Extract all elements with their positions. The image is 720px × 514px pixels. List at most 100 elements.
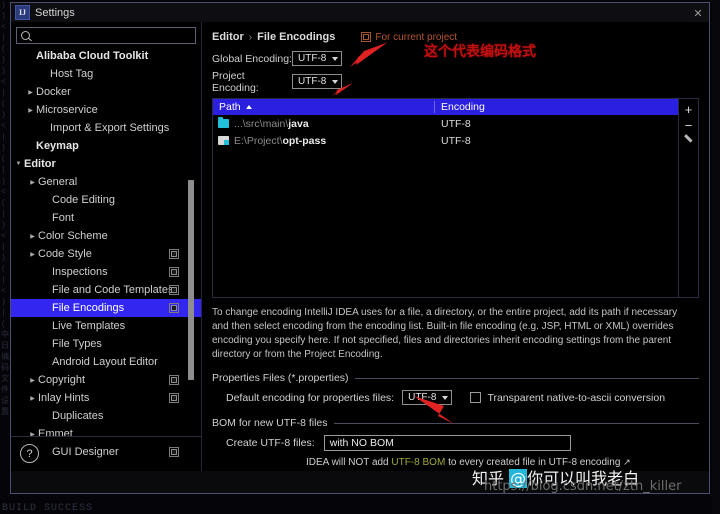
path-text: E:\Project\opt-pass [234, 135, 326, 147]
config-copy-icon [169, 447, 179, 457]
table-row[interactable]: ...\src\main\java UTF-8 [213, 115, 678, 132]
sidebar-item-inlay-hints[interactable]: ▶ Inlay Hints [11, 389, 201, 407]
edit-pencil-icon[interactable] [680, 133, 697, 149]
sidebar-item-emmet[interactable]: ▶ Emmet [11, 425, 201, 443]
external-link-icon[interactable]: ↗ [623, 457, 631, 467]
breadcrumb-separator: › [248, 31, 253, 43]
sidebar-item-file-types[interactable]: File Types [11, 335, 201, 353]
default-properties-encoding-label: Default encoding for properties files: [226, 391, 395, 404]
global-encoding-select[interactable]: UTF-8 [292, 51, 343, 66]
config-copy-icon [169, 267, 179, 277]
divider [11, 436, 201, 437]
sidebar-item-label: Docker [36, 86, 71, 98]
ide-background-right-edge [712, 0, 720, 514]
remove-icon[interactable]: − [680, 117, 697, 133]
sidebar-item-editor[interactable]: ▼ Editor [11, 155, 201, 173]
table-cell-path: ...\src\main\java [213, 117, 435, 130]
chevron-right-icon[interactable]: ▶ [27, 179, 38, 186]
default-properties-encoding-value: UTF-8 [408, 392, 437, 403]
bom-group: BOM for new UTF-8 files Create UTF-8 fil… [212, 417, 699, 468]
properties-files-group-label: Properties Files (*.properties) [212, 372, 349, 384]
sidebar-item-label: Microservice [36, 104, 98, 116]
chevron-right-icon[interactable]: ▶ [27, 377, 38, 384]
dialog-body: Alibaba Cloud Toolkit Host Tag ▶ Docker ▶ Mic… [11, 22, 709, 471]
sidebar-item-label: Inspections [52, 266, 108, 278]
annotation-text: 这个代表编码格式 [424, 44, 536, 60]
bom-group-label: BOM for new UTF-8 files [212, 417, 328, 429]
sidebar-item-gui-designer[interactable]: GUI Designer [11, 443, 201, 461]
sidebar-item-live-templates[interactable]: Live Templates [11, 317, 201, 335]
sidebar-item-label: GUI Designer [52, 446, 119, 458]
main-pane: Editor › File Encodings For current proj… [202, 22, 709, 471]
table-row[interactable]: E:\Project\opt-pass UTF-8 [213, 132, 678, 149]
sidebar-item-keymap[interactable]: Keymap [11, 137, 201, 155]
search-container [11, 22, 201, 47]
search-input[interactable] [33, 30, 183, 41]
config-copy-icon [169, 393, 179, 403]
sidebar-item-label: File Encodings [52, 302, 125, 314]
sidebar-item-label: Alibaba Cloud Toolkit [36, 50, 149, 62]
intellij-idea-icon: IJ [15, 5, 30, 20]
path-prefix: E:\Project\ [234, 134, 283, 147]
chevron-down-icon [332, 56, 339, 61]
sidebar-item-duplicates[interactable]: Duplicates [11, 407, 201, 425]
chevron-right-icon[interactable]: ▶ [27, 251, 38, 258]
close-icon[interactable]: ✕ [691, 6, 705, 20]
sidebar-scrollbar[interactable] [188, 180, 194, 380]
sidebar-item-alibaba-cloud-toolkit[interactable]: Alibaba Cloud Toolkit [11, 47, 201, 65]
bom-note-prefix: IDEA will NOT add [306, 457, 392, 468]
chevron-right-icon[interactable]: ▶ [25, 89, 36, 96]
table-cell-encoding[interactable]: UTF-8 [435, 135, 471, 147]
column-header-path[interactable]: Path [213, 101, 435, 113]
sidebar-item-general[interactable]: ▶ General [11, 173, 201, 191]
help-button[interactable]: ? [20, 444, 39, 463]
divider [354, 377, 699, 379]
sidebar-item-label: File Types [52, 338, 102, 350]
sidebar-item-label: Code Style [38, 248, 92, 260]
transparent-conversion-checkbox-row[interactable]: Transparent native-to-ascii conversion [470, 392, 665, 404]
sidebar-item-label: Editor [24, 158, 56, 170]
breadcrumb-parent[interactable]: Editor [212, 31, 244, 43]
sidebar-item-font[interactable]: Font [11, 209, 201, 227]
chevron-right-icon[interactable]: ▶ [27, 395, 38, 402]
sidebar-item-code-editing[interactable]: Code Editing [11, 191, 201, 209]
global-encoding-value: UTF-8 [298, 53, 327, 64]
sidebar-item-import-export-settings[interactable]: Import & Export Settings [11, 119, 201, 137]
sidebar-item-copyright[interactable]: ▶ Copyright [11, 371, 201, 389]
sidebar-item-label: Live Templates [52, 320, 126, 332]
sidebar-item-file-encodings[interactable]: File Encodings [11, 299, 201, 317]
sidebar-item-code-style[interactable]: ▶ Code Style [11, 245, 201, 263]
properties-files-group-title: Properties Files (*.properties) [212, 372, 699, 384]
sidebar-item-label: Inlay Hints [38, 392, 90, 404]
project-encoding-select[interactable]: UTF-8 [292, 74, 343, 89]
path-name: java [288, 117, 309, 130]
table-cell-encoding[interactable]: UTF-8 [435, 118, 471, 130]
add-icon[interactable]: + [680, 101, 697, 117]
table-header-row: Path Encoding [213, 99, 678, 115]
sidebar-item-microservice[interactable]: ▶ Microservice [11, 101, 201, 119]
sidebar-item-docker[interactable]: ▶ Docker [11, 83, 201, 101]
chevron-down-icon[interactable]: ▼ [13, 161, 24, 167]
search-box[interactable] [16, 27, 196, 44]
chevron-right-icon[interactable]: ▶ [27, 233, 38, 240]
sidebar-item-host-tag[interactable]: Host Tag [11, 65, 201, 83]
folder-icon [218, 117, 229, 128]
create-utf8-files-select[interactable]: with NO BOM [323, 435, 571, 451]
column-header-encoding-label: Encoding [441, 101, 485, 113]
sidebar-item-color-scheme[interactable]: ▶ Color Scheme [11, 227, 201, 245]
transparent-conversion-checkbox[interactable] [470, 392, 482, 403]
settings-tree: Alibaba Cloud Toolkit Host Tag ▶ Docker ▶ Mic… [11, 47, 201, 461]
chevron-right-icon[interactable]: ▶ [25, 107, 36, 114]
table-toolbar: + − [678, 99, 698, 297]
sidebar-item-label: Import & Export Settings [50, 122, 170, 134]
bom-note: IDEA will NOT add UTF-8 BOM to every cre… [306, 457, 699, 468]
sidebar-item-file-and-code-templates[interactable]: File and Code Templates [11, 281, 201, 299]
sidebar-scrollbar-thumb[interactable] [188, 180, 194, 380]
sidebar-item-android-layout-editor[interactable]: Android Layout Editor [11, 353, 201, 371]
sidebar-item-inspections[interactable]: Inspections [11, 263, 201, 281]
divider [333, 422, 699, 424]
default-properties-encoding-select[interactable]: UTF-8 [402, 390, 453, 405]
column-header-encoding[interactable]: Encoding [435, 101, 485, 113]
sort-ascending-icon [245, 105, 252, 109]
column-header-path-label: Path [219, 101, 241, 113]
